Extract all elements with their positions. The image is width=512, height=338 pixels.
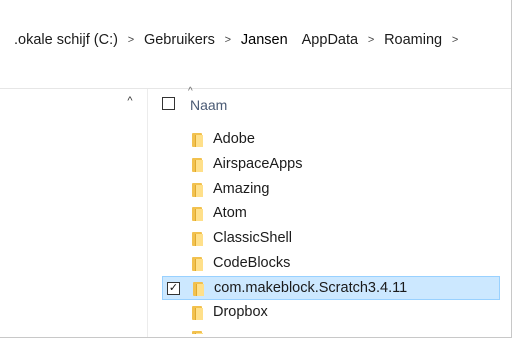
file-name: Atom bbox=[213, 205, 247, 221]
row-checkbox-checked[interactable]: ✓ bbox=[167, 282, 180, 295]
folder-icon bbox=[192, 232, 203, 246]
column-header: Naam bbox=[148, 89, 503, 121]
list-item-partial[interactable] bbox=[162, 326, 500, 334]
file-name: ClassicShell bbox=[213, 230, 292, 246]
folder-icon bbox=[192, 257, 203, 271]
select-all-checkbox[interactable] bbox=[162, 97, 175, 110]
folder-icon bbox=[192, 183, 203, 197]
chevron-right-icon[interactable]: > bbox=[448, 34, 462, 46]
explorer-window: .okale schijf (C:) > Gebruikers > Jansen… bbox=[0, 0, 512, 338]
folder-icon bbox=[193, 282, 204, 296]
column-header-name[interactable]: Naam bbox=[190, 97, 227, 113]
scroll-up-icon[interactable]: ^ bbox=[122, 93, 138, 109]
navigation-pane[interactable] bbox=[0, 89, 147, 337]
chevron-right-icon[interactable]: > bbox=[124, 34, 138, 46]
file-name: Dropbox bbox=[213, 304, 268, 320]
breadcrumb-item-jansen[interactable]: Jansen bbox=[239, 32, 290, 48]
list-item[interactable]: Dropbox bbox=[162, 301, 500, 325]
folder-icon bbox=[192, 133, 203, 147]
breadcrumb: .okale schijf (C:) > Gebruikers > Jansen… bbox=[0, 27, 500, 53]
folder-icon bbox=[192, 306, 203, 320]
pane-splitter[interactable] bbox=[147, 89, 148, 337]
list-item[interactable]: Atom bbox=[162, 202, 500, 226]
file-name: Amazing bbox=[213, 181, 270, 197]
chevron-right-icon[interactable]: > bbox=[364, 34, 378, 46]
breadcrumb-item-local-disk[interactable]: .okale schijf (C:) bbox=[12, 32, 120, 48]
breadcrumb-item-gebruikers[interactable]: Gebruikers bbox=[142, 32, 217, 48]
folder-icon bbox=[192, 331, 203, 334]
file-name: CodeBlocks bbox=[213, 255, 291, 271]
list-item[interactable]: CodeBlocks bbox=[162, 252, 500, 276]
list-item-selected[interactable]: ✓ com.makeblock.Scratch3.4.11 bbox=[162, 276, 500, 300]
file-name: Adobe bbox=[213, 131, 255, 147]
folder-icon bbox=[192, 207, 203, 221]
sort-ascending-icon: ^ bbox=[188, 86, 193, 97]
folder-icon bbox=[192, 158, 203, 172]
file-name: com.makeblock.Scratch3.4.11 bbox=[214, 280, 408, 296]
list-item[interactable]: Amazing bbox=[162, 178, 500, 202]
list-item[interactable]: AirspaceApps bbox=[162, 153, 500, 177]
breadcrumb-item-roaming[interactable]: Roaming bbox=[382, 32, 444, 48]
list-item[interactable]: Adobe bbox=[162, 128, 500, 152]
chevron-right-icon[interactable]: > bbox=[221, 34, 235, 46]
file-name: AirspaceApps bbox=[213, 156, 303, 172]
breadcrumb-item-appdata[interactable]: AppData bbox=[300, 32, 360, 48]
list-item[interactable]: ClassicShell bbox=[162, 227, 500, 251]
